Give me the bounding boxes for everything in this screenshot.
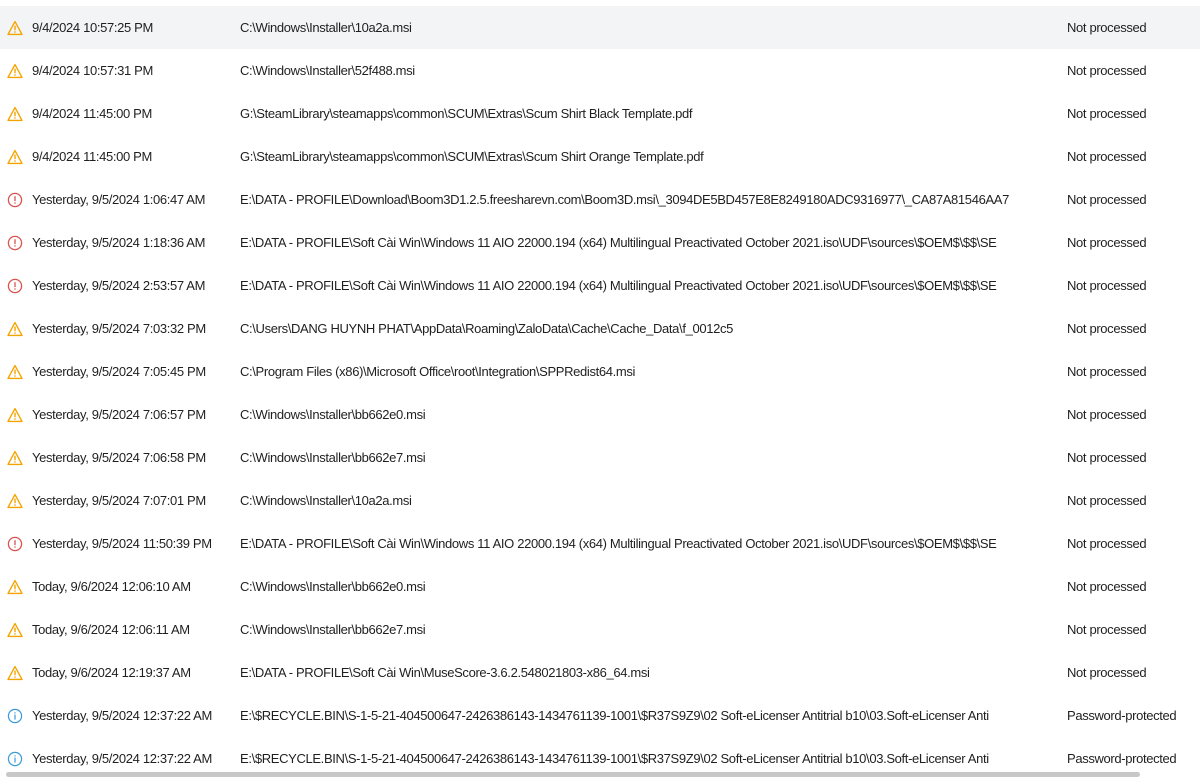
file-path: C:\Windows\Installer\10a2a.msi bbox=[240, 20, 412, 35]
warning-icon bbox=[7, 665, 23, 681]
error-icon bbox=[7, 192, 23, 208]
status-text: Not processed bbox=[1067, 536, 1147, 551]
status-text: Not processed bbox=[1067, 493, 1147, 508]
warning-icon bbox=[7, 20, 23, 36]
status-text: Not processed bbox=[1067, 321, 1147, 336]
detected-objects-table: 9/4/2024 10:57:25 PM C:\Windows\Installer… bbox=[0, 6, 1200, 780]
file-path: E:\DATA - PROFILE\Soft Cài Win\Windows 1… bbox=[240, 536, 997, 551]
status-text: Not processed bbox=[1067, 450, 1147, 465]
detection-time: 9/4/2024 10:57:25 PM bbox=[32, 20, 153, 35]
file-path: C:\Windows\Installer\52f488.msi bbox=[240, 63, 415, 78]
table-row[interactable]: Today, 9/6/2024 12:06:11 AM C:\Windows\In… bbox=[0, 608, 1200, 651]
file-path: C:\Users\DANG HUYNH PHAT\AppData\Roaming… bbox=[240, 321, 734, 336]
detection-time: Yesterday, 9/5/2024 7:03:32 PM bbox=[32, 321, 206, 336]
table-row[interactable]: Yesterday, 9/5/2024 1:18:36 AM E:\DATA - … bbox=[0, 221, 1200, 264]
status-text: Not processed bbox=[1067, 106, 1147, 121]
table-row[interactable]: 9/4/2024 10:57:25 PM C:\Windows\Installer… bbox=[0, 6, 1200, 49]
detection-time: Yesterday, 9/5/2024 7:06:58 PM bbox=[32, 450, 206, 465]
table-row[interactable]: Yesterday, 9/5/2024 7:06:57 PM C:\Windows… bbox=[0, 393, 1200, 436]
status-text: Not processed bbox=[1067, 622, 1147, 637]
file-path: E:\DATA - PROFILE\Download\Boom3D1.2.5.f… bbox=[240, 192, 1009, 207]
detection-time: Yesterday, 9/5/2024 7:07:01 PM bbox=[32, 493, 206, 508]
warning-icon bbox=[7, 63, 23, 79]
table-row[interactable]: Yesterday, 9/5/2024 12:37:22 AM E:\$RECYC… bbox=[0, 694, 1200, 737]
table-body: 9/4/2024 10:57:25 PM C:\Windows\Installer… bbox=[0, 6, 1200, 780]
detection-time: Today, 9/6/2024 12:19:37 AM bbox=[32, 665, 191, 680]
status-text: Not processed bbox=[1067, 364, 1147, 379]
detection-time: Yesterday, 9/5/2024 12:37:22 AM bbox=[32, 751, 212, 766]
table-row[interactable]: 9/4/2024 11:45:00 PM G:\SteamLibrary\stea… bbox=[0, 135, 1200, 178]
detection-time: Yesterday, 9/5/2024 12:37:22 AM bbox=[32, 708, 212, 723]
file-path: C:\Windows\Installer\bb662e7.msi bbox=[240, 622, 426, 637]
warning-icon bbox=[7, 149, 23, 165]
detection-time: Yesterday, 9/5/2024 2:53:57 AM bbox=[32, 278, 206, 293]
status-text: Not processed bbox=[1067, 579, 1147, 594]
file-path: C:\Windows\Installer\bb662e0.msi bbox=[240, 579, 426, 594]
file-path: E:\DATA - PROFILE\Soft Cài Win\Windows 1… bbox=[240, 235, 997, 250]
detection-time: Yesterday, 9/5/2024 7:05:45 PM bbox=[32, 364, 206, 379]
status-text: Not processed bbox=[1067, 278, 1147, 293]
file-path: E:\$RECYCLE.BIN\S-1-5-21-404500647-24263… bbox=[240, 751, 989, 766]
table-row[interactable]: Yesterday, 9/5/2024 2:53:57 AM E:\DATA - … bbox=[0, 264, 1200, 307]
info-icon bbox=[7, 751, 23, 767]
detection-time: Yesterday, 9/5/2024 7:06:57 PM bbox=[32, 407, 206, 422]
horizontal-scrollbar[interactable] bbox=[6, 772, 1140, 777]
detection-time: Yesterday, 9/5/2024 1:06:47 AM bbox=[32, 192, 206, 207]
file-path: E:\$RECYCLE.BIN\S-1-5-21-404500647-24263… bbox=[240, 708, 989, 723]
info-icon bbox=[7, 708, 23, 724]
warning-icon bbox=[7, 622, 23, 638]
table-row[interactable]: Today, 9/6/2024 12:19:37 AM E:\DATA - PRO… bbox=[0, 651, 1200, 694]
file-path: C:\Program Files (x86)\Microsoft Office\… bbox=[240, 364, 636, 379]
status-text: Not processed bbox=[1067, 235, 1147, 250]
table-row[interactable]: 9/4/2024 11:45:00 PM G:\SteamLibrary\stea… bbox=[0, 92, 1200, 135]
status-text: Not processed bbox=[1067, 665, 1147, 680]
detection-time: Today, 9/6/2024 12:06:11 AM bbox=[32, 622, 190, 637]
status-text: Not processed bbox=[1067, 20, 1147, 35]
status-text: Not processed bbox=[1067, 149, 1147, 164]
status-text: Password-protected bbox=[1067, 708, 1177, 723]
file-path: G:\SteamLibrary\steamapps\common\SCUM\Ex… bbox=[240, 106, 693, 121]
detection-time: Today, 9/6/2024 12:06:10 AM bbox=[32, 579, 191, 594]
warning-icon bbox=[7, 493, 23, 509]
table-row[interactable]: Yesterday, 9/5/2024 11:50:39 PM E:\DATA -… bbox=[0, 522, 1200, 565]
table-row[interactable]: Today, 9/6/2024 12:06:10 AM C:\Windows\In… bbox=[0, 565, 1200, 608]
detection-time: 9/4/2024 11:45:00 PM bbox=[32, 149, 152, 164]
table-row[interactable]: 9/4/2024 10:57:31 PM C:\Windows\Installer… bbox=[0, 49, 1200, 92]
error-icon bbox=[7, 278, 23, 294]
detection-time: Yesterday, 9/5/2024 11:50:39 PM bbox=[32, 536, 212, 551]
file-path: G:\SteamLibrary\steamapps\common\SCUM\Ex… bbox=[240, 149, 704, 164]
error-icon bbox=[7, 235, 23, 251]
warning-icon bbox=[7, 321, 23, 337]
file-path: C:\Windows\Installer\bb662e7.msi bbox=[240, 450, 426, 465]
error-icon bbox=[7, 536, 23, 552]
warning-icon bbox=[7, 407, 23, 423]
file-path: C:\Windows\Installer\10a2a.msi bbox=[240, 493, 412, 508]
detection-time: Yesterday, 9/5/2024 1:18:36 AM bbox=[32, 235, 206, 250]
file-path: C:\Windows\Installer\bb662e0.msi bbox=[240, 407, 426, 422]
file-path: E:\DATA - PROFILE\Soft Cài Win\MuseScore… bbox=[240, 665, 650, 680]
status-text: Not processed bbox=[1067, 63, 1147, 78]
status-text: Not processed bbox=[1067, 407, 1147, 422]
status-text: Password-protected bbox=[1067, 751, 1177, 766]
detection-time: 9/4/2024 10:57:31 PM bbox=[32, 63, 153, 78]
warning-icon bbox=[7, 364, 23, 380]
table-row[interactable]: Yesterday, 9/5/2024 7:07:01 PM C:\Windows… bbox=[0, 479, 1200, 522]
table-row[interactable]: Yesterday, 9/5/2024 7:05:45 PM C:\Program… bbox=[0, 350, 1200, 393]
detection-time: 9/4/2024 11:45:00 PM bbox=[32, 106, 152, 121]
table-row[interactable]: Yesterday, 9/5/2024 1:06:47 AM E:\DATA - … bbox=[0, 178, 1200, 221]
status-text: Not processed bbox=[1067, 192, 1147, 207]
warning-icon bbox=[7, 579, 23, 595]
table-row[interactable]: Yesterday, 9/5/2024 7:03:32 PM C:\Users\D… bbox=[0, 307, 1200, 350]
table-row[interactable]: Yesterday, 9/5/2024 7:06:58 PM C:\Windows… bbox=[0, 436, 1200, 479]
warning-icon bbox=[7, 450, 23, 466]
warning-icon bbox=[7, 106, 23, 122]
file-path: E:\DATA - PROFILE\Soft Cài Win\Windows 1… bbox=[240, 278, 997, 293]
